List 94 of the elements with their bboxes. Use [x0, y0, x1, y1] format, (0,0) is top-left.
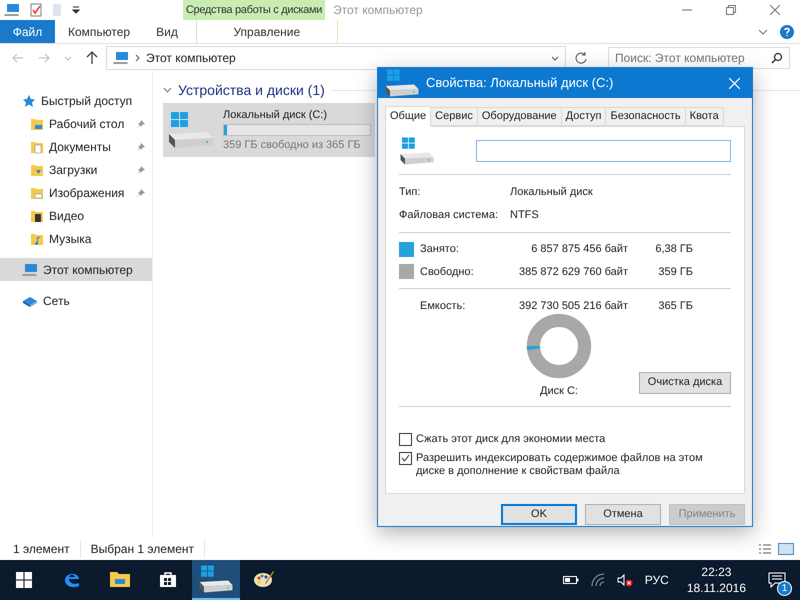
sidebar-item[interactable]: Сеть — [0, 289, 152, 312]
wifi-icon[interactable] — [590, 573, 605, 587]
size-bytes: 392 730 505 216 байт — [518, 299, 628, 314]
computer-icon — [22, 262, 38, 276]
folder-icon — [30, 162, 44, 176]
cleanup-button[interactable]: Очистка диска — [639, 372, 731, 394]
property-label: Емкость: — [420, 299, 466, 314]
close-icon[interactable] — [770, 5, 780, 15]
up-arrow-icon[interactable] — [86, 51, 98, 65]
search-icon — [771, 52, 783, 64]
sidebar-item[interactable]: Быстрый доступ — [0, 89, 152, 112]
checkbox[interactable] — [399, 452, 412, 464]
property-label: Свободно: — [420, 264, 475, 280]
pin-icon[interactable] — [136, 164, 146, 174]
computer-icon — [4, 3, 20, 17]
clock[interactable]: 22:23 18.11.2016 — [680, 564, 752, 596]
language-indicator[interactable]: РУС — [644, 571, 669, 589]
dialog-tab[interactable]: Общие — [385, 106, 432, 127]
group-heading[interactable]: Устройства и диски (1) — [178, 81, 325, 99]
dialog-tab[interactable]: Доступ — [562, 107, 606, 126]
folder-icon — [30, 186, 44, 200]
property-label: Занято: — [420, 242, 460, 257]
sidebar-item[interactable]: Рабочий стол — [0, 112, 152, 135]
checkbox-label: Сжать этот диск для экономии места — [416, 432, 606, 446]
free-space-text: 359 ГБ свободно из 365 ГБ — [223, 138, 362, 152]
sidebar-item[interactable]: Изображения — [0, 181, 152, 204]
chevron-down-icon[interactable] — [163, 87, 172, 93]
drive-name: Локальный диск (C:) — [223, 108, 328, 122]
property-label: Файловая система: — [399, 208, 500, 222]
dialog-tab[interactable]: Оборудование — [478, 107, 562, 126]
property-value: NTFS — [510, 208, 539, 222]
pin-icon[interactable] — [136, 118, 146, 128]
restore-icon[interactable] — [726, 5, 736, 15]
selection-count: Выбран 1 элемент — [80, 540, 205, 558]
disk-caption: Диск C: — [540, 384, 578, 399]
drive-icon — [198, 564, 234, 594]
sidebar-item[interactable]: Видео — [0, 204, 152, 227]
paint-palette-icon — [253, 569, 275, 589]
size-gigabytes: 365 ГБ — [657, 299, 693, 314]
folder-icon — [30, 140, 44, 154]
checkmark-icon — [401, 454, 410, 462]
sidebar-item[interactable]: Этот компьютер — [0, 258, 152, 281]
property-value: Локальный диск — [510, 185, 593, 200]
properties-icon[interactable] — [30, 3, 42, 17]
ribbon-tab[interactable]: Вид — [143, 20, 191, 43]
star-icon — [22, 94, 36, 108]
ribbon-tab[interactable]: Файл — [0, 20, 55, 43]
dialog-title: Свойства: Локальный диск (C:) — [426, 74, 614, 92]
refresh-icon[interactable] — [574, 51, 588, 65]
sidebar-item[interactable]: Документы — [0, 135, 152, 158]
checkbox[interactable] — [399, 432, 412, 446]
volume-muted-icon[interactable] — [616, 573, 633, 587]
chevron-down-icon[interactable] — [551, 56, 559, 60]
folder-icon — [30, 208, 44, 222]
sidebar-item[interactable]: Музыка — [0, 227, 152, 250]
checkbox-label: Разрешить индексировать содержимое файлов на этом диске в дополнение к свойствам файла — [416, 452, 704, 478]
drive-icon — [399, 136, 435, 166]
computer-icon — [113, 51, 129, 65]
drive-icon — [167, 110, 215, 150]
notification-count: 1 — [777, 581, 792, 596]
item-count: 1 элемент — [13, 540, 81, 558]
folder-icon — [109, 570, 131, 588]
context-tab-header: Средства работы с дисками — [183, 0, 325, 20]
battery-icon[interactable] — [562, 575, 579, 585]
dialog-button[interactable]: OK — [501, 504, 577, 525]
help-icon[interactable] — [780, 24, 794, 38]
pin-icon[interactable] — [136, 188, 146, 198]
dialog-tab[interactable]: Квота — [686, 107, 724, 126]
folder-icon — [30, 116, 44, 130]
details-view-icon[interactable] — [758, 543, 772, 555]
window-title: Этот компьютер — [332, 2, 424, 19]
drive-tile[interactable]: Локальный диск (C:) 359 ГБ свободно из 365 ГБ — [163, 103, 375, 157]
chevron-right-icon — [135, 54, 140, 62]
dialog-tab[interactable]: Безопасность — [606, 107, 686, 126]
volume-label-field[interactable] — [476, 140, 731, 162]
property-label: Тип: — [399, 185, 422, 200]
address-path: Этот компьютер — [146, 50, 237, 67]
large-icons-view-icon[interactable] — [778, 543, 794, 555]
size-bytes: 385 872 629 760 байт — [518, 264, 628, 280]
dialog-tab[interactable]: Сервис — [431, 107, 478, 126]
dropdown-icon[interactable] — [72, 6, 80, 14]
ribbon-tab[interactable]: Компьютер — [55, 20, 144, 43]
dialog-button[interactable]: Отмена — [585, 504, 661, 525]
pin-icon[interactable] — [136, 142, 146, 152]
ribbon-tab[interactable]: Управление — [196, 20, 338, 43]
size-gigabytes: 359 ГБ — [657, 264, 693, 280]
shopping-bag-icon — [159, 570, 177, 588]
folder-icon — [30, 232, 44, 246]
taskbar-button[interactable] — [192, 560, 240, 600]
size-bytes: 6 857 875 456 байт — [530, 242, 628, 257]
windows-logo-icon — [16, 572, 32, 588]
size-gigabytes: 6,38 ГБ — [654, 242, 693, 257]
sidebar-item[interactable]: Загрузки — [0, 158, 152, 181]
chevron-down-icon[interactable] — [758, 28, 768, 34]
